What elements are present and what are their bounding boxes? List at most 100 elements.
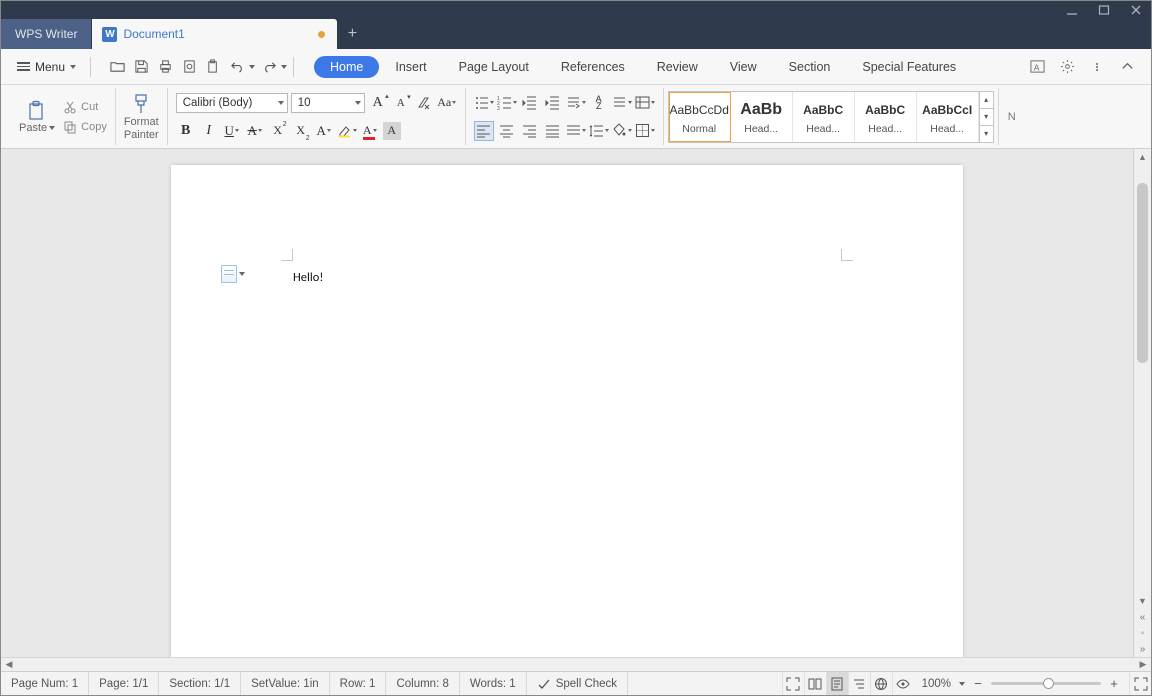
format-painter-button[interactable]: Format Painter — [116, 88, 168, 145]
clear-formatting-button[interactable] — [414, 93, 434, 113]
status-page[interactable]: Page: 1/1 — [89, 672, 159, 695]
sort-button[interactable]: AZ — [589, 93, 609, 113]
read-view-button[interactable] — [804, 672, 826, 695]
tab-section[interactable]: Section — [773, 54, 847, 80]
zoom-out-button[interactable]: − — [971, 676, 985, 691]
document-tab[interactable]: W Document1 — [92, 19, 337, 49]
paste-qat-button[interactable] — [203, 57, 223, 77]
font-name-combo[interactable]: Calibri (Body) — [176, 93, 288, 113]
shading-button[interactable] — [612, 121, 632, 141]
align-center-button[interactable] — [497, 121, 517, 141]
next-page-button[interactable]: » — [1134, 641, 1151, 657]
best-fit-button[interactable] — [1129, 672, 1151, 695]
close-window-button[interactable] — [1127, 3, 1145, 17]
paste-icon[interactable] — [25, 100, 49, 122]
tab-home[interactable]: Home — [314, 56, 379, 78]
eye-protect-button[interactable] — [892, 672, 914, 695]
status-column[interactable]: Column: 8 — [386, 672, 459, 695]
status-words[interactable]: Words: 1 — [460, 672, 527, 695]
scroll-right-button[interactable]: ▶ — [1135, 658, 1151, 671]
bold-button[interactable]: B — [176, 121, 196, 141]
zoom-value[interactable]: 100% — [922, 678, 951, 690]
change-case-button[interactable]: Aa — [437, 93, 457, 113]
style-heading4[interactable]: AaBbCcIHead... — [917, 92, 979, 142]
paste-label[interactable]: Paste — [19, 122, 47, 134]
tab-insert[interactable]: Insert — [379, 54, 442, 80]
line-spacing-button[interactable] — [589, 121, 609, 141]
open-button[interactable] — [107, 57, 127, 77]
page[interactable]: Hello! — [171, 165, 963, 657]
web-layout-view-button[interactable] — [870, 672, 892, 695]
collapse-ribbon-button[interactable] — [1117, 57, 1137, 77]
borders-button[interactable] — [635, 121, 655, 141]
document-viewport[interactable]: Hello! — [1, 149, 1133, 657]
cut-button[interactable]: Cut — [63, 100, 107, 114]
strikethrough-button[interactable]: A — [245, 121, 265, 141]
fullscreen-button[interactable] — [782, 672, 804, 695]
styles-scroll[interactable]: ▴▾▾ — [979, 92, 993, 142]
bullet-list-button[interactable] — [474, 93, 494, 113]
main-menu-button[interactable]: Menu — [9, 55, 84, 79]
underline-button[interactable]: U — [222, 121, 242, 141]
undo-more-icon[interactable] — [249, 65, 255, 69]
character-shading-button[interactable]: A — [383, 122, 401, 140]
tab-references[interactable]: References — [545, 54, 641, 80]
style-heading1[interactable]: AaBbHead... — [731, 92, 793, 142]
font-size-combo[interactable]: 10 — [291, 93, 365, 113]
style-normal[interactable]: AaBbCcDdNormal — [669, 92, 731, 142]
subscript-button[interactable]: X2 — [291, 121, 311, 141]
font-dialog-button[interactable]: A — [1027, 57, 1047, 77]
spell-check-button[interactable]: Spell Check — [527, 672, 628, 695]
minimize-window-button[interactable] — [1063, 3, 1081, 17]
maximize-window-button[interactable] — [1095, 3, 1113, 17]
vertical-scrollbar[interactable]: ▲ ▼ « ◦ » — [1133, 149, 1151, 657]
increase-indent-button[interactable] — [543, 93, 563, 113]
status-row[interactable]: Row: 1 — [330, 672, 387, 695]
redo-button[interactable] — [259, 57, 279, 77]
copy-button[interactable]: Copy — [63, 120, 107, 134]
align-right-button[interactable] — [520, 121, 540, 141]
scroll-left-button[interactable]: ◀ — [1, 658, 17, 671]
scroll-down-button[interactable]: ▼ — [1134, 593, 1151, 609]
more-button[interactable] — [1087, 57, 1107, 77]
highlight-button[interactable] — [337, 121, 357, 141]
prev-page-button[interactable]: « — [1134, 609, 1151, 625]
save-button[interactable] — [131, 57, 151, 77]
zoom-in-button[interactable]: + — [1107, 676, 1121, 691]
italic-button[interactable]: I — [199, 121, 219, 141]
justify-button[interactable] — [543, 121, 563, 141]
grow-font-button[interactable]: A▴ — [368, 93, 388, 113]
shrink-font-button[interactable]: A▾ — [391, 93, 411, 113]
new-style-button[interactable]: N — [999, 88, 1025, 145]
browse-object-button[interactable]: ◦ — [1134, 625, 1151, 641]
status-page-num[interactable]: Page Num: 1 — [1, 672, 89, 695]
text-effects-button[interactable]: A — [314, 121, 334, 141]
outline-view-button[interactable] — [848, 672, 870, 695]
print-layout-view-button[interactable] — [826, 672, 848, 695]
status-section[interactable]: Section: 1/1 — [159, 672, 241, 695]
style-heading3[interactable]: AaBbCHead... — [855, 92, 917, 142]
superscript-button[interactable]: X2 — [268, 121, 288, 141]
font-color-button[interactable]: A — [360, 121, 380, 141]
horizontal-scrollbar[interactable]: ◀ ▶ — [1, 657, 1151, 671]
align-left-button[interactable] — [474, 121, 494, 141]
style-heading2[interactable]: AaBbCHead... — [793, 92, 855, 142]
settings-button[interactable] — [1057, 57, 1077, 77]
document-body-text[interactable]: Hello! — [293, 270, 323, 285]
status-setvalue[interactable]: SetValue: 1in — [241, 672, 330, 695]
show-marks-button[interactable] — [612, 93, 632, 113]
undo-button[interactable] — [227, 57, 247, 77]
tab-review[interactable]: Review — [641, 54, 714, 80]
print-button[interactable] — [155, 57, 175, 77]
zoom-slider-thumb[interactable] — [1043, 678, 1054, 689]
number-list-button[interactable]: 123 — [497, 93, 517, 113]
zoom-slider[interactable] — [991, 682, 1101, 685]
styles-gallery[interactable]: AaBbCcDdNormal AaBbHead... AaBbCHead... … — [668, 91, 994, 143]
app-tab[interactable]: WPS Writer — [1, 19, 92, 49]
ltr-button[interactable] — [566, 93, 586, 113]
distribute-button[interactable] — [566, 121, 586, 141]
scroll-thumb[interactable] — [1137, 183, 1148, 363]
scroll-up-button[interactable]: ▲ — [1134, 149, 1151, 165]
print-preview-button[interactable] — [179, 57, 199, 77]
tab-special-features[interactable]: Special Features — [846, 54, 972, 80]
